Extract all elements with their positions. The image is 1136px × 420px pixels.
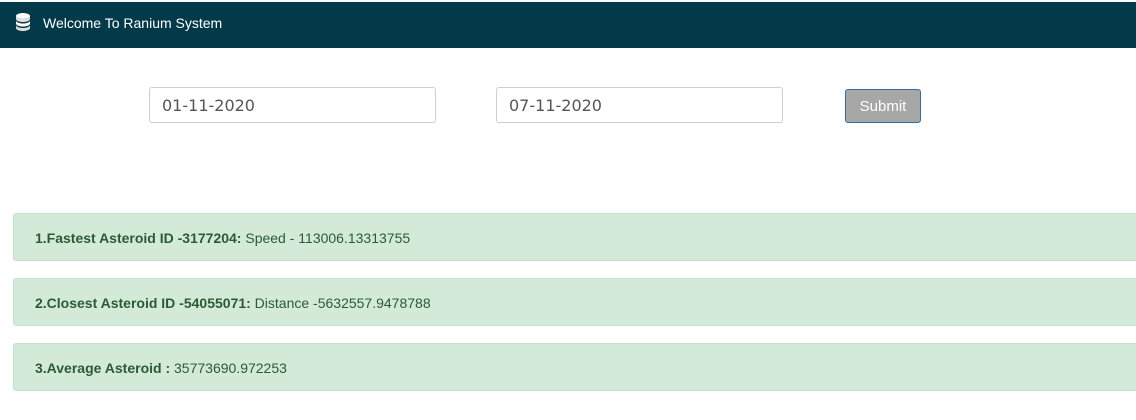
from-date-input[interactable] [149, 87, 436, 123]
average-asteroid-alert: 3.Average Asteroid : 35773690.972253 [13, 343, 1136, 391]
average-asteroid-value: 35773690.972253 [170, 360, 287, 376]
closest-asteroid-value: Distance -5632557.9478788 [250, 295, 431, 311]
app-title: Welcome To Ranium System [43, 15, 223, 31]
submit-button[interactable]: Submit [845, 89, 921, 123]
fastest-asteroid-value: Speed - 113006.13313755 [241, 230, 411, 246]
database-icon [14, 12, 32, 32]
closest-asteroid-alert: 2.Closest Asteroid ID -54055071: Distanc… [13, 278, 1136, 326]
top-navbar: Welcome To Ranium System [0, 2, 1136, 48]
fastest-asteroid-label: 1.Fastest Asteroid ID -3177204: [35, 230, 242, 246]
fastest-asteroid-alert: 1.Fastest Asteroid ID -3177204: Speed - … [13, 213, 1136, 261]
closest-asteroid-label: 2.Closest Asteroid ID -54055071: [35, 295, 251, 311]
to-date-input[interactable] [496, 87, 783, 123]
average-asteroid-label: 3.Average Asteroid : [35, 360, 171, 376]
